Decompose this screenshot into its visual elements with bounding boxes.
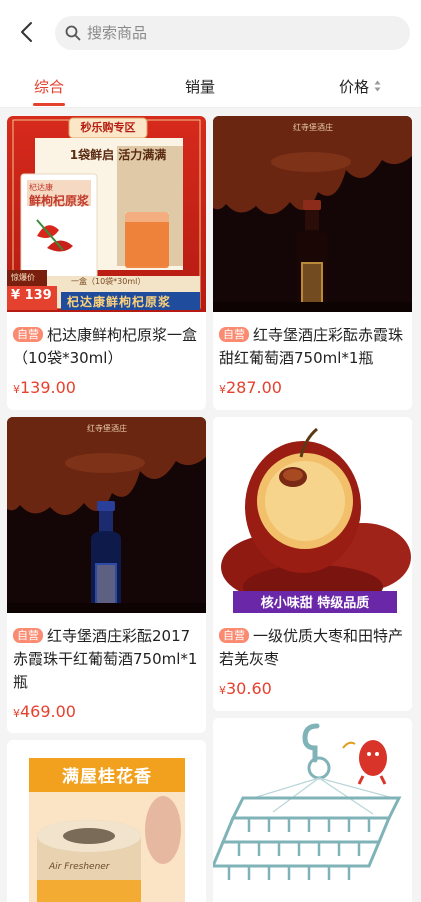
- product-price: ¥30.60: [219, 679, 272, 698]
- search-input[interactable]: [87, 24, 387, 42]
- box-product-text: 鲜枸杞原浆: [29, 194, 90, 208]
- chevron-left-icon: [21, 22, 32, 42]
- back-button[interactable]: [2, 0, 50, 64]
- product-title: 自营 杞达康鲜枸杞原浆一盒（10袋*30ml）: [13, 324, 201, 370]
- product-card[interactable]: 满屋桂花香 Air Freshener: [7, 740, 206, 902]
- product-price: ¥139.00: [13, 378, 76, 397]
- box-spec-text: 一盒（10袋*30ml）: [71, 277, 146, 286]
- wine-brand-text: 红寺堡酒庄: [87, 424, 127, 433]
- product-card[interactable]: 秒乐购专区 1袋鲜启 活力满满 杞达康 鲜枸杞原浆 一盒（10袋*30ml） 惊…: [7, 116, 206, 410]
- sort-arrows-icon: [374, 80, 381, 92]
- tab-label: 销量: [184, 77, 215, 96]
- self-operated-badge: 自营: [13, 628, 43, 643]
- product-image: [213, 718, 412, 902]
- currency-symbol: ¥: [13, 383, 20, 396]
- product-title: 自营 一级优质大枣和田特产若羌灰枣: [219, 625, 407, 671]
- price-value: 287.00: [226, 378, 282, 397]
- tab-comprehensive[interactable]: 综合: [20, 64, 78, 108]
- currency-symbol: ¥: [219, 383, 226, 396]
- product-price: ¥287.00: [219, 378, 282, 397]
- product-title: 自营 红寺堡酒庄彩酝2017赤霞珠干红葡萄酒750ml*1瓶: [13, 625, 201, 694]
- tab-label: 综合: [33, 77, 64, 96]
- price-value: 139.00: [20, 378, 76, 397]
- footer-brand-text: 杞达康鲜枸杞原浆: [67, 295, 172, 309]
- currency-symbol: ¥: [13, 707, 20, 720]
- product-image-caption: 满屋桂花香: [62, 767, 152, 787]
- product-card[interactable]: 红寺堡酒庄 自营 红寺堡酒庄彩酝赤霞珠甜红葡萄酒750ml*1瓶 ¥287.00: [213, 116, 412, 410]
- product-card[interactable]: [213, 718, 412, 902]
- product-image: 秒乐购专区 1袋鲜启 活力满满 杞达康 鲜枸杞原浆 一盒（10袋*30ml） 惊…: [7, 116, 206, 312]
- currency-symbol: ¥: [219, 684, 226, 697]
- product-grid: 秒乐购专区 1袋鲜启 活力满满 杞达康 鲜枸杞原浆 一盒（10袋*30ml） 惊…: [0, 108, 421, 902]
- tab-active-indicator: [33, 103, 65, 106]
- tab-label: 价格: [338, 77, 369, 96]
- wine-brand-text: 红寺堡酒庄: [293, 123, 333, 132]
- product-image: 红寺堡酒庄: [213, 116, 412, 312]
- promo-price-text: ¥ 139: [11, 288, 52, 303]
- self-operated-badge: 自营: [219, 327, 249, 342]
- product-image: 满屋桂花香 Air Freshener: [7, 740, 206, 902]
- sort-tabs: 综合 销量 价格: [0, 64, 421, 108]
- search-icon: [65, 25, 81, 41]
- product-image-caption: 核小味甜 特级品质: [260, 596, 370, 611]
- product-image: 红寺堡酒庄: [7, 417, 206, 613]
- promo-label-text: 惊爆价: [11, 273, 35, 282]
- self-operated-badge: 自营: [13, 327, 43, 342]
- top-bar: [0, 0, 421, 64]
- tab-sales[interactable]: 销量: [170, 64, 230, 108]
- price-value: 30.60: [226, 679, 272, 698]
- product-card[interactable]: 核小味甜 特级品质 自营 一级优质大枣和田特产若羌灰枣 ¥30.60: [213, 417, 412, 711]
- tab-price[interactable]: 价格: [330, 64, 390, 108]
- promo-banner-text: 秒乐购专区: [80, 121, 136, 134]
- price-value: 469.00: [20, 702, 76, 721]
- product-title: 自营 红寺堡酒庄彩酝赤霞珠甜红葡萄酒750ml*1瓶: [219, 324, 407, 370]
- product-price: ¥469.00: [13, 702, 76, 721]
- product-card[interactable]: 红寺堡酒庄 自营 红寺堡酒庄彩酝2017赤霞珠干红葡萄酒750ml*1瓶 ¥469…: [7, 417, 206, 733]
- promo-slogan-text: 1袋鲜启 活力满满: [69, 148, 167, 162]
- search-box[interactable]: [55, 16, 410, 50]
- self-operated-badge: 自营: [219, 628, 249, 643]
- jar-label-text: Air Freshener: [49, 862, 110, 872]
- product-image: 核小味甜 特级品质: [213, 417, 412, 613]
